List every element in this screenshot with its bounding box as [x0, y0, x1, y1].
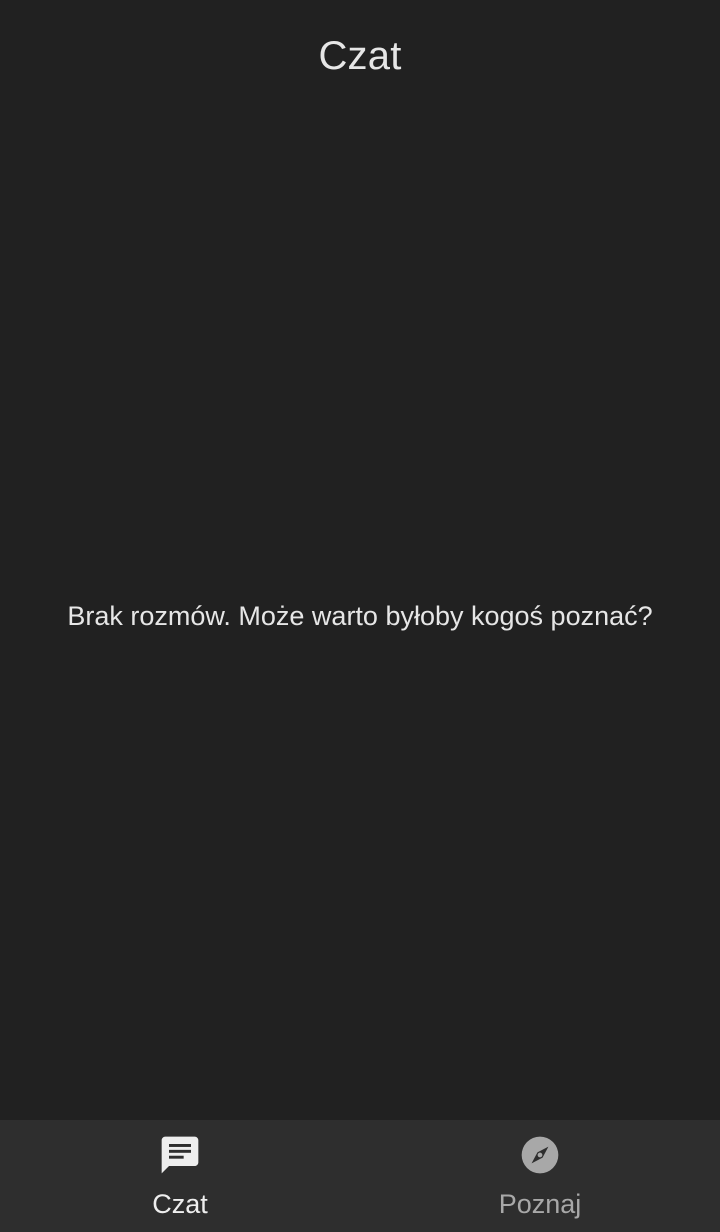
chat-list-empty-state: Brak rozmów. Może warto byłoby kogoś poz… [0, 112, 720, 1120]
compass-icon [521, 1136, 559, 1174]
chat-icon [161, 1136, 199, 1174]
app-bar: Czat [0, 0, 720, 112]
empty-state-message: Brak rozmów. Może warto byłoby kogoś poz… [67, 600, 653, 631]
nav-item-discover[interactable]: Poznaj [360, 1120, 720, 1232]
nav-item-chat-label: Czat [152, 1189, 208, 1219]
bottom-navigation: Czat Poznaj [0, 1120, 720, 1232]
page-title: Czat [318, 33, 402, 78]
nav-item-chat[interactable]: Czat [0, 1120, 360, 1232]
nav-item-discover-label: Poznaj [498, 1189, 582, 1219]
